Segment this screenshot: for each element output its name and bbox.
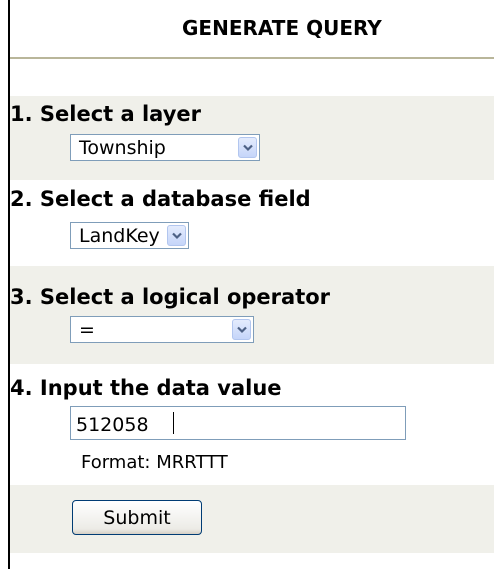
step-2-heading: 2. Select a database field	[10, 187, 311, 211]
page-title: GENERATE QUERY	[182, 16, 382, 40]
title-divider	[10, 57, 494, 59]
chevron-down-icon[interactable]	[167, 225, 186, 246]
database-field-select[interactable]: LandKey	[70, 222, 189, 249]
step-4-heading: 4. Input the data value	[10, 376, 282, 400]
database-field-select-value: LandKey	[79, 225, 160, 247]
submit-button[interactable]: Submit	[72, 500, 202, 535]
data-value-input[interactable]	[70, 406, 406, 440]
step-3-section: 3. Select a logical operator =	[10, 266, 494, 364]
step-2-section: 2. Select a database field LandKey	[10, 180, 494, 266]
chevron-down-icon[interactable]	[238, 137, 257, 158]
logical-operator-select-value: =	[79, 319, 95, 341]
layer-select-value: Township	[79, 137, 166, 159]
step-1-heading: 1. Select a layer	[10, 102, 201, 126]
step-3-heading: 3. Select a logical operator	[10, 285, 331, 309]
step-1-section: 1. Select a layer Township	[10, 96, 494, 180]
logical-operator-select[interactable]: =	[70, 316, 254, 343]
layer-select[interactable]: Township	[70, 134, 260, 161]
text-caret	[173, 412, 174, 434]
chevron-down-icon[interactable]	[232, 319, 251, 340]
format-hint: Format: MRRTTT	[81, 452, 228, 473]
